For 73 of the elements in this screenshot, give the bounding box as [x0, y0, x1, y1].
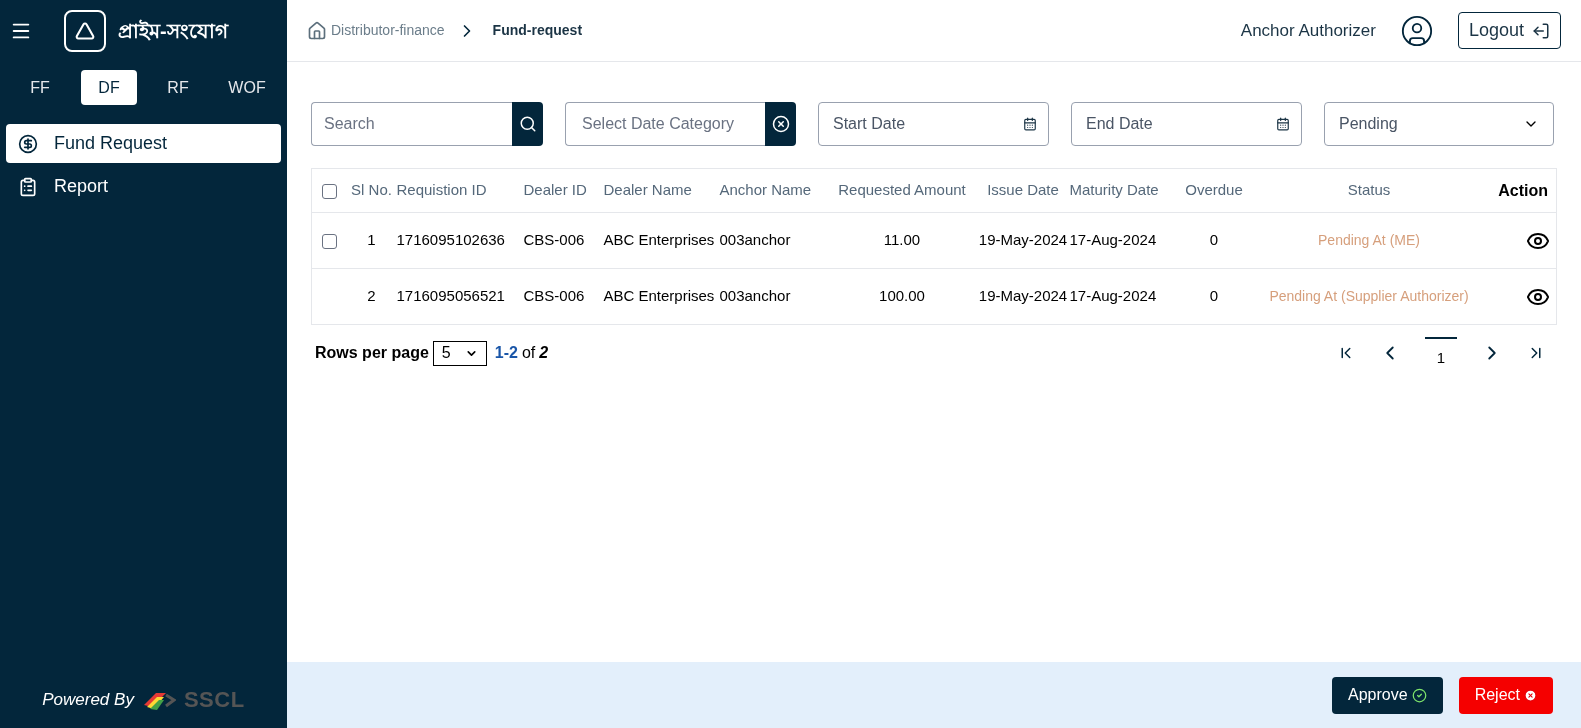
column-header: Maturity Date [1069, 181, 1159, 199]
date-field[interactable]: Start Date [818, 102, 1049, 146]
table-cell: 1 [367, 231, 376, 249]
breadcrumb-link[interactable]: Distributor-finance [331, 20, 445, 41]
table-cell: 0 [1209, 231, 1219, 249]
search-icon [518, 115, 537, 133]
column-header: Sl No. [351, 181, 392, 199]
module-tab[interactable]: RF [150, 70, 206, 105]
brand-name: প্রাইম-সংযোগ [118, 18, 228, 44]
company-logo-text: SSCL [183, 686, 245, 714]
date-field[interactable]: End Date [1071, 102, 1302, 146]
home-icon[interactable] [307, 20, 327, 41]
column-header: Anchor Name [719, 181, 812, 199]
close-icon [1524, 688, 1537, 702]
search-field[interactable]: Search [311, 102, 512, 146]
table-cell: 1716095102636 [396, 231, 505, 249]
table-cell: 100.00 [879, 287, 925, 305]
date-category-field[interactable]: Select Date Category [565, 102, 765, 146]
page-range: 1-2 [494, 343, 518, 364]
status-text: Pending At (ME) [1318, 232, 1420, 249]
user-role: Anchor Authorizer [1240, 19, 1376, 42]
close-icon [771, 115, 790, 133]
table-cell: 2 [367, 287, 376, 305]
table-cell: 19-May-2024 [978, 231, 1068, 249]
table-cell: 11.00 [883, 231, 921, 249]
table-cell: 17-Aug-2024 [1069, 231, 1157, 249]
status-text: Pending At (Supplier Authorizer) [1269, 288, 1469, 305]
module-tab[interactable]: FF [12, 70, 68, 105]
logout-icon [1532, 21, 1550, 40]
table-cell: CBS-006 [523, 287, 585, 305]
status-select[interactable]: Pending [1324, 102, 1554, 146]
checkbox[interactable] [321, 183, 337, 199]
total-count: 2 [539, 343, 549, 364]
check-circle-icon [1411, 687, 1427, 703]
page-number[interactable]: 1 [1425, 337, 1457, 370]
reject-button[interactable]: Reject [1458, 676, 1553, 714]
table-cell: 003anchor [719, 287, 791, 305]
sidebar-item[interactable]: Fund Request [6, 124, 281, 163]
column-header: Requested Amount [838, 181, 966, 199]
of-label: of [521, 343, 536, 364]
logo-icon [64, 10, 106, 52]
logout-button[interactable]: Logout [1457, 12, 1561, 49]
column-header: Dealer Name [603, 181, 692, 199]
search-button[interactable] [512, 102, 543, 146]
dollar-icon [18, 133, 38, 154]
column-header: Issue Date [987, 181, 1059, 199]
table-cell: 1716095056521 [396, 287, 505, 305]
clipboard-icon [18, 176, 38, 197]
user-avatar-icon[interactable] [1399, 13, 1434, 48]
table-cell: 0 [1209, 287, 1219, 305]
column-header: Status [1347, 181, 1391, 199]
table-cell: 19-May-2024 [978, 287, 1068, 305]
column-header: Overdue [1185, 181, 1243, 199]
column-header: Dealer ID [523, 181, 587, 199]
table-cell: CBS-006 [523, 231, 585, 249]
table-cell: ABC Enterprises [603, 287, 715, 305]
sidebar-item[interactable]: Report [6, 167, 281, 206]
column-header: Requistion ID [396, 181, 487, 199]
module-tab[interactable]: WOF [219, 70, 275, 105]
calendar-icon[interactable] [1276, 117, 1290, 131]
table-cell: ABC Enterprises [603, 231, 715, 249]
breadcrumb-link[interactable]: Fund-request [492, 20, 583, 41]
rows-per-page-select[interactable]: 5 [432, 340, 487, 366]
column-header: Action [1498, 181, 1549, 199]
approve-button[interactable]: Approve [1332, 676, 1443, 714]
checkbox[interactable] [321, 233, 337, 249]
table-cell: 17-Aug-2024 [1069, 287, 1157, 305]
calendar-icon[interactable] [1023, 117, 1037, 131]
module-tab[interactable]: DF [81, 70, 137, 105]
powered-by-text: Powered By [42, 688, 134, 711]
rows-per-page-label: Rows per page [315, 343, 429, 364]
table-cell: 003anchor [719, 231, 791, 249]
clear-button[interactable] [765, 102, 796, 146]
